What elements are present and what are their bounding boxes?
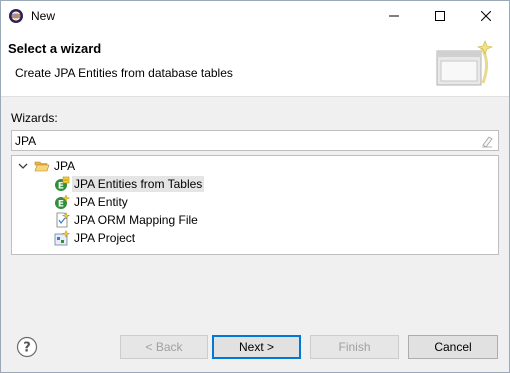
tree-item-jpa-entity[interactable]: E JPA Entity — [54, 193, 128, 211]
jpa-entity-icon: E — [54, 194, 71, 210]
eraser-icon[interactable] — [480, 134, 494, 148]
cancel-button[interactable]: Cancel — [408, 335, 498, 359]
next-button[interactable]: Next > — [212, 335, 301, 359]
page-title: Select a wizard — [8, 41, 102, 56]
tree-item-label: JPA Entity — [74, 195, 128, 209]
jpa-project-icon — [54, 229, 71, 246]
finish-button[interactable]: Finish — [310, 335, 399, 359]
tree-item-label: JPA Entities from Tables — [72, 176, 205, 192]
new-wizard-dialog: New Select a wizard Create JPA Entities … — [0, 0, 510, 373]
tree-item-jpa-project[interactable]: JPA Project — [54, 229, 135, 247]
maximize-button[interactable] — [417, 1, 463, 31]
help-icon[interactable]: ? — [16, 336, 38, 358]
page-description: Create JPA Entities from database tables — [15, 66, 233, 80]
tree-item-jpa-entities-from-tables[interactable]: E JPA Entities from Tables — [54, 175, 205, 193]
tree-item-jpa-orm-mapping-file[interactable]: JPA ORM Mapping File — [54, 211, 198, 229]
wizard-banner-icon — [433, 39, 495, 91]
svg-text:E: E — [58, 200, 64, 210]
minimize-icon — [389, 15, 399, 17]
wizard-header: Select a wizard Create JPA Entities from… — [1, 31, 509, 97]
jpa-orm-file-icon — [54, 211, 71, 228]
svg-text:?: ? — [23, 341, 31, 356]
minimize-button[interactable] — [371, 1, 417, 31]
chevron-down-icon[interactable] — [18, 160, 28, 170]
tree-category-jpa[interactable]: JPA — [34, 157, 75, 175]
jpa-entities-icon: E — [54, 176, 70, 192]
wizards-label: Wizards: — [11, 111, 58, 125]
title-bar[interactable]: New — [1, 1, 509, 31]
back-button[interactable]: < Back — [120, 335, 208, 359]
maximize-icon — [435, 11, 445, 21]
eclipse-icon — [8, 8, 24, 24]
close-icon — [481, 11, 491, 21]
tree-item-label: JPA ORM Mapping File — [74, 213, 198, 227]
tree-category-label: JPA — [54, 159, 76, 173]
tree-item-label: JPA Project — [74, 231, 136, 245]
window-title: New — [31, 9, 56, 23]
wizard-filter-input[interactable] — [14, 132, 474, 149]
wizard-tree[interactable]: JPA E JPA Entities from Tables E JPA Ent… — [11, 155, 499, 255]
close-button[interactable] — [463, 1, 509, 31]
filter-box — [11, 130, 499, 151]
folder-open-icon — [34, 158, 50, 174]
